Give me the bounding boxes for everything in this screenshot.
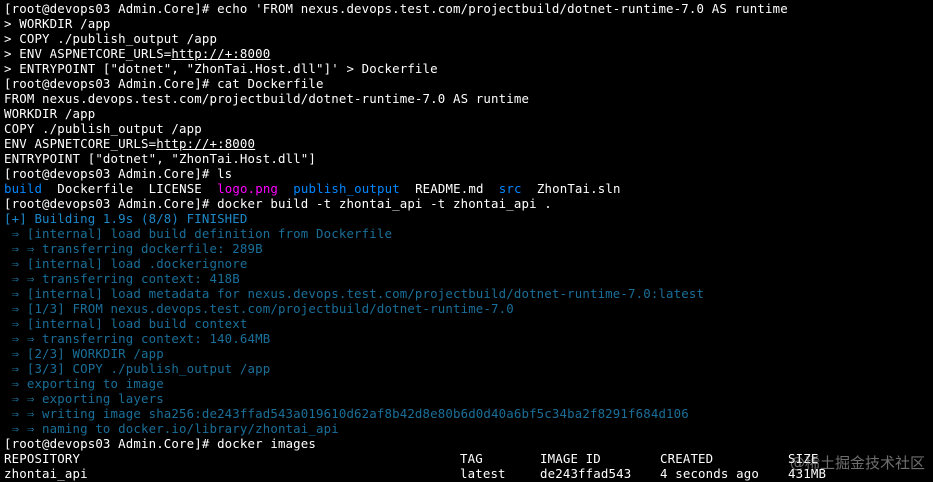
line-text: COPY ./publish_output /app	[4, 121, 202, 136]
terminal-line: [+] Building 1.9s (8/8) FINISHED	[4, 211, 248, 226]
terminal-line: [root@devops03 Admin.Core]# docker build…	[4, 196, 552, 211]
url-link[interactable]: http://+:8000	[171, 46, 270, 61]
terminal-line: ⇒ [internal] load build definition from …	[4, 226, 392, 241]
terminal-line: [root@devops03 Admin.Core]# cat Dockerfi…	[4, 76, 324, 91]
ls-entry: logo.png	[217, 181, 279, 196]
table-cell: latest	[460, 466, 506, 481]
terminal-line: ⇒ [3/3] COPY ./publish_output /app	[4, 361, 271, 376]
line-text: ⇒ [3/3] COPY ./publish_output /app	[4, 361, 271, 376]
line-text: ⇒ ⇒ naming to docker.io/library/zhontai_…	[4, 421, 339, 436]
line-text: ⇒ [internal] load build context	[4, 316, 248, 331]
line-text: [root@devops03 Admin.Core]# cat Dockerfi…	[4, 76, 324, 91]
line-text: [root@devops03 Admin.Core]# ls	[4, 166, 233, 181]
terminal-line: ⇒ ⇒ naming to docker.io/library/zhontai_…	[4, 421, 339, 436]
line-text: ⇒ [internal] load .dockerignore	[4, 256, 248, 271]
ls-entry: README.md	[415, 181, 484, 196]
line-text: WORKDIR /app	[4, 106, 96, 121]
ls-entry: publish_output	[293, 181, 400, 196]
terminal-line: [root@devops03 Admin.Core]# echo 'FROM n…	[4, 1, 788, 16]
watermark: @稀土掘金技术社区	[789, 454, 925, 472]
line-text: [root@devops03 Admin.Core]# docker build…	[4, 196, 552, 211]
terminal-line: ⇒ ⇒ exporting layers	[4, 391, 164, 406]
line-text: ⇒ [internal] load metadata for nexus.dev…	[4, 286, 705, 301]
line-text: ⇒ ⇒ transferring context: 140.64MB	[4, 331, 271, 346]
line-text: > WORKDIR /app	[4, 16, 111, 31]
terminal-line: WORKDIR /app	[4, 106, 95, 121]
line-text: ⇒ [2/3] WORKDIR /app	[4, 346, 164, 361]
table-cell: IMAGE ID	[540, 451, 601, 466]
terminal-line: ENTRYPOINT ["dotnet", "ZhonTai.Host.dll"…	[4, 151, 316, 166]
terminal-line: > ENTRYPOINT ["dotnet", "ZhonTai.Host.dl…	[4, 61, 438, 76]
line-text: [root@devops03 Admin.Core]# echo 'FROM n…	[4, 1, 788, 16]
terminal-window[interactable]: [root@devops03 Admin.Core]# echo 'FROM n…	[0, 0, 933, 482]
table-cell: REPOSITORY	[4, 451, 81, 466]
table-cell: zhontai_api	[4, 466, 88, 481]
terminal-line: ⇒ exporting to image	[4, 376, 164, 391]
ls-entry: Dockerfile	[57, 181, 134, 196]
line-text: > COPY ./publish_output /app	[4, 31, 218, 46]
line-text: FROM nexus.devops.test.com/projectbuild/…	[4, 91, 530, 106]
ls-entry: LICENSE	[148, 181, 202, 196]
terminal-line: ⇒ [internal] load build context	[4, 316, 248, 331]
line-text: ⇒ exporting to image	[4, 376, 164, 391]
line-text: [+] Building 1.9s (8/8) FINISHED	[4, 211, 248, 226]
line-text: [root@devops03 Admin.Core]# docker image…	[4, 436, 317, 451]
line-text: > ENV ASPNETCORE_URLS=	[4, 46, 172, 61]
terminal-line: ⇒ ⇒ writing image sha256:de243ffad543a01…	[4, 406, 689, 421]
line-text: ⇒ [internal] load build definition from …	[4, 226, 393, 241]
table-cell: de243ffad543	[540, 466, 632, 481]
terminal-line: ⇒ ⇒ transferring context: 140.64MB	[4, 331, 271, 346]
terminal-line: > COPY ./publish_output /app	[4, 31, 217, 46]
line-text: ENTRYPOINT ["dotnet", "ZhonTai.Host.dll"…	[4, 151, 317, 166]
terminal-line: ⇒ ⇒ transferring context: 418B	[4, 271, 240, 286]
terminal-line: > ENV ASPNETCORE_URLS=http://+:8000	[4, 46, 270, 61]
terminal-line: ⇒ [internal] load .dockerignore	[4, 256, 248, 271]
terminal-line: > WORKDIR /app	[4, 16, 111, 31]
ls-entry: build	[4, 181, 43, 196]
ls-entry: src	[498, 181, 522, 196]
terminal-line: [root@devops03 Admin.Core]# docker image…	[4, 436, 316, 451]
terminal-line: ⇒ [internal] load metadata for nexus.dev…	[4, 286, 704, 301]
line-text: ⇒ ⇒ transferring context: 418B	[4, 271, 240, 286]
terminal-line: [root@devops03 Admin.Core]# ls	[4, 166, 232, 181]
terminal-line: COPY ./publish_output /app	[4, 121, 202, 136]
line-text: ⇒ ⇒ transferring dockerfile: 289B	[4, 241, 263, 256]
ls-entry: ZhonTai.sln	[536, 181, 621, 196]
terminal-line: ⇒ [2/3] WORKDIR /app	[4, 346, 164, 361]
table-cell: CREATED	[660, 451, 714, 466]
line-text: ⇒ [1/3] FROM nexus.devops.test.com/proje…	[4, 301, 514, 316]
terminal-line: ⇒ ⇒ transferring dockerfile: 289B	[4, 241, 263, 256]
terminal-line: FROM nexus.devops.test.com/projectbuild/…	[4, 91, 529, 106]
line-text: ENV ASPNETCORE_URLS=	[4, 136, 157, 151]
url-link[interactable]: http://+:8000	[156, 136, 255, 151]
terminal-line: ⇒ [1/3] FROM nexus.devops.test.com/proje…	[4, 301, 514, 316]
terminal-line: ENV ASPNETCORE_URLS=http://+:8000	[4, 136, 255, 151]
ls-output-line: build Dockerfile LICENSE logo.png publis…	[4, 181, 621, 196]
table-cell: TAG	[460, 451, 483, 466]
line-text: > ENTRYPOINT ["dotnet", "ZhonTai.Host.dl…	[4, 61, 438, 76]
line-text: ⇒ ⇒ exporting layers	[4, 391, 164, 406]
table-cell: 4 seconds ago	[660, 466, 759, 481]
line-text: ⇒ ⇒ writing image sha256:de243ffad543a01…	[4, 406, 689, 421]
